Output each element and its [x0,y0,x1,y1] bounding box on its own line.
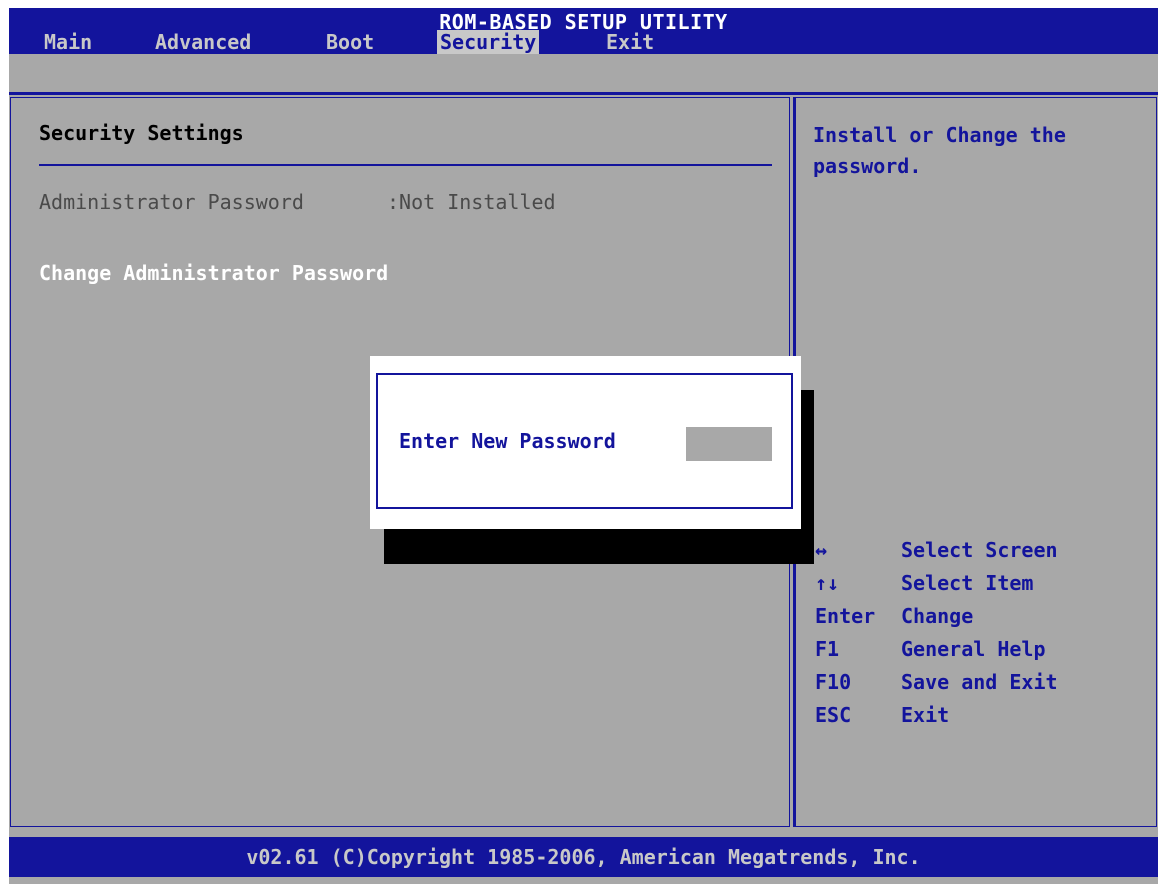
key-desc: Change [901,604,974,628]
status-bar: v02.61 (C)Copyright 1985-2006, American … [9,837,1158,877]
bios-screen: ROM-BASED SETUP UTILITY Main Advanced Bo… [9,8,1158,884]
title-bar: ROM-BASED SETUP UTILITY Main Advanced Bo… [9,8,1158,54]
key-desc: General Help [901,637,1046,661]
section-title: Security Settings [39,121,244,145]
dialog-frame: Enter New Password [376,373,793,509]
key-name: ESC [815,703,852,727]
frame-top-border [9,92,1158,95]
password-dialog: Enter New Password [370,356,801,529]
admin-password-label: Administrator Password [39,190,304,214]
section-divider [39,164,772,166]
password-prompt-label: Enter New Password [399,429,616,453]
help-description: Install or Change the password. [813,123,1066,178]
key-name: F1 [815,637,840,661]
key-desc: Select Item [901,571,1034,595]
key-desc: Select Screen [901,538,1058,562]
tab-security[interactable]: Security [437,30,540,54]
tab-main[interactable]: Main [41,30,95,54]
key-name: F10 [815,670,852,694]
change-admin-password-item[interactable]: Change Administrator Password [39,261,388,285]
up-down-arrows-icon: ↑↓ [815,571,840,595]
menu-bar: Main Advanced Boot Security Exit [9,30,1158,54]
tab-advanced[interactable]: Advanced [152,30,254,54]
tab-boot[interactable]: Boot [323,30,377,54]
admin-password-status: :Not Installed [387,190,556,214]
left-right-arrows-icon: ↔ [815,538,828,562]
copyright-text: v02.61 (C)Copyright 1985-2006, American … [246,845,921,869]
key-desc: Exit [901,703,950,727]
key-desc: Save and Exit [901,670,1058,694]
key-name: Enter [815,604,876,628]
new-password-input[interactable] [686,427,772,461]
tab-exit[interactable]: Exit [603,30,657,54]
